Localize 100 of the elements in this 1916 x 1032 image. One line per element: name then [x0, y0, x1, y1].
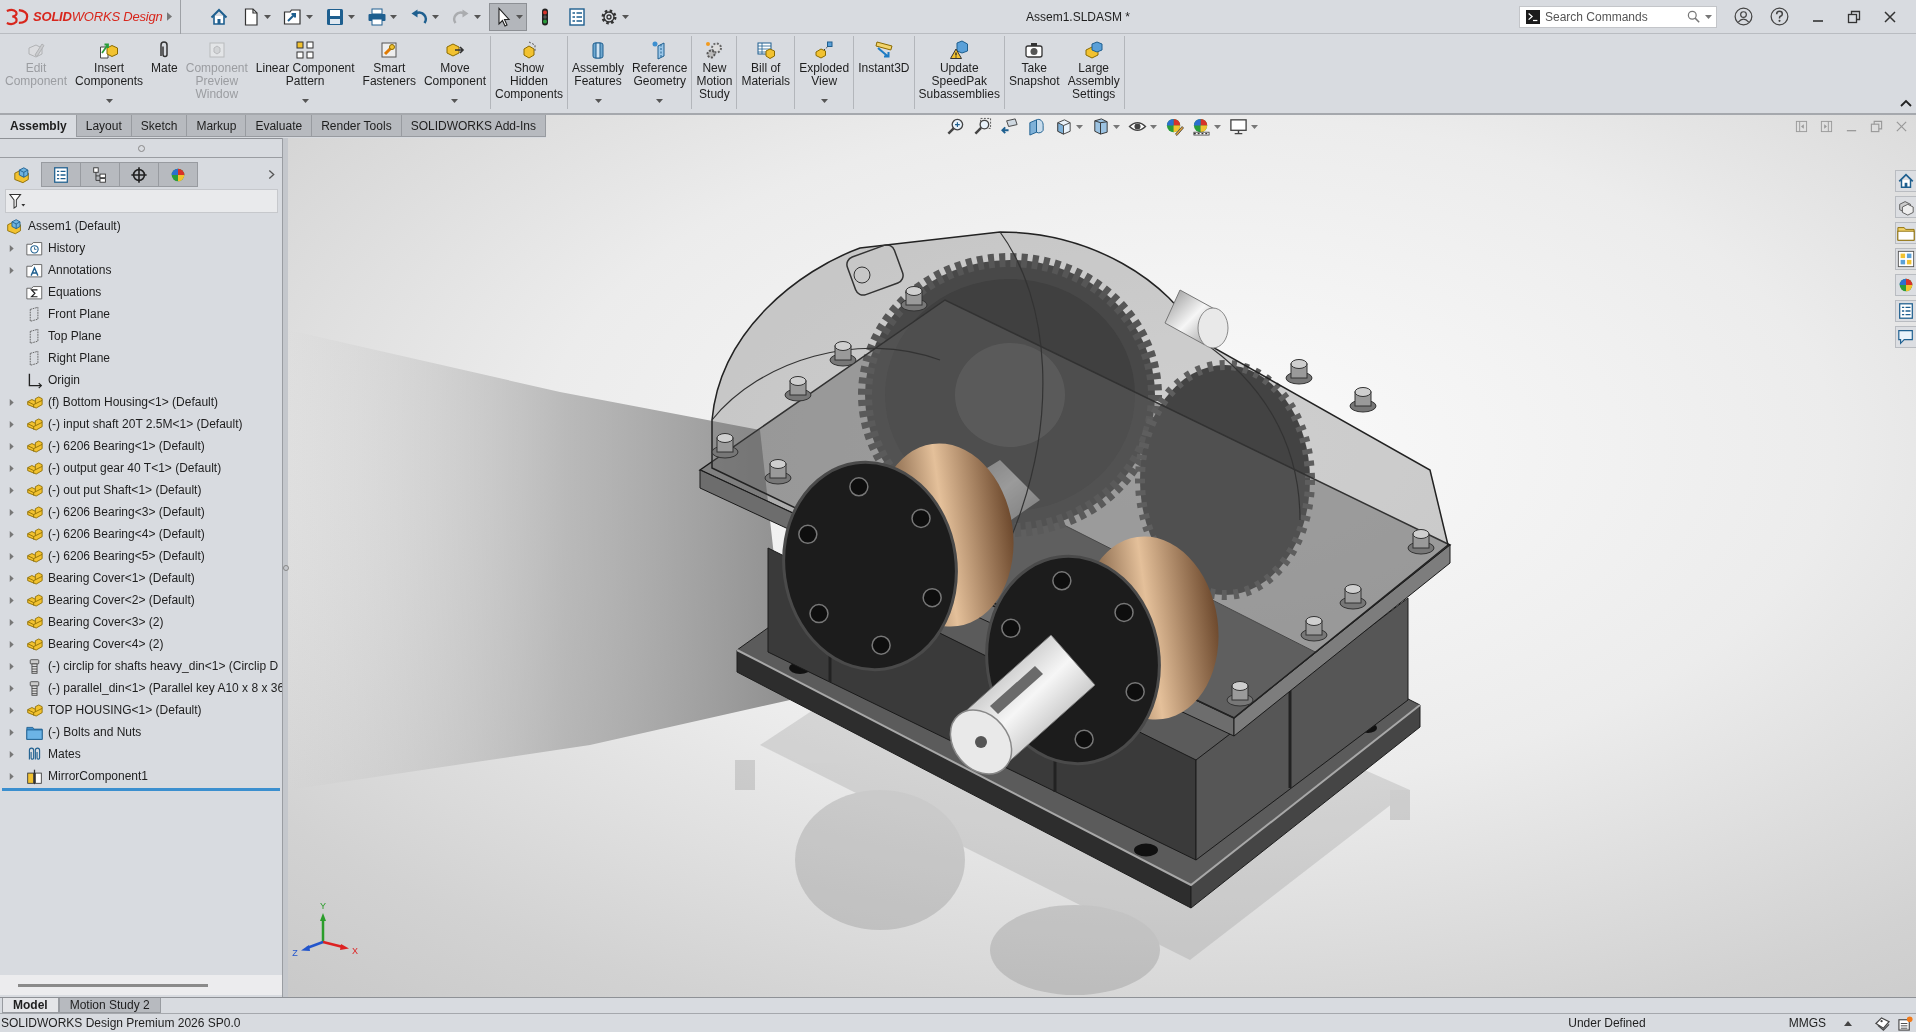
tile-right-icon[interactable]: [1820, 120, 1833, 133]
tree-item[interactable]: (-) 6206 Bearing<3> (Default): [47, 504, 206, 520]
command-button[interactable]: Assembly Features: [568, 36, 629, 109]
tree-item[interactable]: (-) 6206 Bearing<5> (Default): [47, 548, 206, 564]
expand-arrow-icon[interactable]: [8, 640, 15, 648]
tree-item[interactable]: Bearing Cover<3> (2): [47, 614, 165, 630]
home-icon[interactable]: [1894, 170, 1916, 192]
expand-arrow-icon[interactable]: [8, 574, 15, 582]
command-tab[interactable]: Render Tools: [311, 115, 402, 137]
command-button[interactable]: Show Hidden Components: [490, 36, 567, 109]
tree-item[interactable]: (-) 6206 Bearing<4> (Default): [47, 526, 206, 542]
bottom-tab[interactable]: Motion Study 2: [58, 998, 161, 1013]
expand-arrow-icon[interactable]: [8, 442, 15, 450]
tree-item[interactable]: Origin: [47, 372, 81, 388]
tree-item[interactable]: TOP HOUSING<1> (Default): [47, 702, 203, 718]
expand-arrow-icon[interactable]: [8, 662, 15, 670]
caret-icon[interactable]: [1705, 14, 1712, 19]
tree-item[interactable]: History: [47, 240, 87, 256]
panel-tab[interactable]: [41, 162, 81, 187]
tile-left-icon[interactable]: [1795, 120, 1808, 133]
help-icon[interactable]: [1770, 7, 1789, 26]
framed-parts-icon[interactable]: [1894, 248, 1916, 270]
restore-icon[interactable]: [1847, 9, 1861, 24]
tree-item[interactable]: Bearing Cover<4> (2): [47, 636, 165, 652]
chevron-up-icon[interactable]: [1900, 99, 1912, 107]
command-button[interactable]: Bill of Materials: [737, 36, 795, 109]
folder-icon[interactable]: [1894, 222, 1916, 244]
command-button[interactable]: Large Assembly Settings: [1063, 36, 1124, 109]
tree-item[interactable]: (-) Bolts and Nuts: [47, 724, 143, 740]
search-icon[interactable]: [1687, 10, 1700, 23]
tree-item[interactable]: Bearing Cover<1> (Default): [47, 570, 196, 586]
command-button[interactable]: Insert Components: [71, 36, 148, 109]
caret-up-icon[interactable]: [1844, 1020, 1852, 1026]
expand-arrow-icon[interactable]: [8, 530, 15, 538]
gearbox-model-drawing[interactable]: [698, 231, 1452, 909]
expand-arrow-icon[interactable]: [8, 486, 15, 494]
expand-arrow-icon[interactable]: [8, 508, 15, 516]
user-icon[interactable]: [1734, 7, 1753, 26]
command-button[interactable]: Exploded View: [795, 36, 854, 109]
tree-item[interactable]: Bearing Cover<2> (Default): [47, 592, 196, 608]
tree-item[interactable]: (-) output gear 40 T<1> (Default): [47, 460, 223, 476]
expand-arrow-icon[interactable]: [8, 772, 15, 780]
expand-arrow-icon[interactable]: [8, 728, 15, 736]
panel-tab[interactable]: [80, 162, 120, 187]
tree-item[interactable]: Equations: [47, 284, 103, 300]
list-icon[interactable]: [1894, 300, 1916, 322]
tree-item[interactable]: Top Plane: [47, 328, 103, 344]
filter-field[interactable]: [5, 189, 278, 213]
expand-arrow-icon[interactable]: [8, 266, 15, 274]
command-button[interactable]: Smart Fasteners: [358, 36, 420, 109]
tree-item[interactable]: (-) input shaft 20T 2.5M<1> (Default): [47, 416, 244, 432]
expand-arrow-icon[interactable]: [8, 596, 15, 604]
expand-arrow-icon[interactable]: [8, 706, 15, 714]
command-tab[interactable]: Evaluate: [245, 115, 313, 137]
close-icon[interactable]: [1883, 9, 1897, 24]
speech-bubble-icon[interactable]: [1894, 326, 1916, 348]
command-button[interactable]: Mate: [147, 36, 182, 109]
crosshair-icon: [130, 165, 148, 184]
panel-tab[interactable]: [119, 162, 159, 187]
tree-item[interactable]: (f) Bottom Housing<1> (Default): [47, 394, 220, 410]
command-button[interactable]: New Motion Study: [692, 36, 737, 109]
command-button[interactable]: Linear Component Pattern: [251, 36, 359, 109]
tree-item[interactable]: MirrorComponent1: [47, 768, 150, 784]
command-tab[interactable]: Markup: [186, 115, 247, 137]
expand-arrow-icon[interactable]: [8, 420, 15, 428]
scrollbar-thumb[interactable]: [18, 983, 208, 987]
toolbar-button[interactable]: [489, 2, 527, 31]
expand-arrow-icon[interactable]: [8, 398, 15, 406]
flyout-triangle-icon[interactable]: [167, 12, 172, 21]
printer-icon: [367, 6, 387, 27]
command-button[interactable]: Reference Geometry: [628, 36, 692, 109]
tree-item[interactable]: Assem1 (Default): [27, 218, 122, 234]
tree-item[interactable]: (-) out put Shaft<1> (Default): [47, 482, 203, 498]
parts-stack-icon[interactable]: [1894, 196, 1916, 218]
command-button[interactable]: Take Snapshot: [1004, 36, 1064, 109]
expand-arrow-icon[interactable]: [8, 464, 15, 472]
command-tab[interactable]: Sketch: [130, 115, 188, 137]
command-button[interactable]: Move Component: [419, 36, 490, 109]
command-button[interactable]: Instant3D: [854, 36, 914, 109]
expand-arrow-icon[interactable]: [8, 552, 15, 560]
search-box[interactable]: Search Commands: [1519, 5, 1717, 28]
expand-arrow-icon[interactable]: [8, 750, 15, 758]
tree-item[interactable]: Right Plane: [47, 350, 112, 366]
tree-item[interactable]: Mates: [47, 746, 82, 762]
unit-system-text[interactable]: MMGS: [1788, 1016, 1826, 1030]
bottom-tab[interactable]: Model: [2, 998, 59, 1013]
chevron-right-icon[interactable]: [268, 169, 275, 180]
tag-icon[interactable]: [1874, 1015, 1891, 1031]
tree-item[interactable]: Annotations: [47, 262, 113, 278]
expand-arrow-icon[interactable]: [8, 244, 15, 252]
expand-arrow-icon[interactable]: [8, 684, 15, 692]
tree-item[interactable]: (-) circlip for shafts heavy_din<1> (Circlip D: [47, 658, 280, 674]
notes-badge-icon[interactable]: [1897, 1015, 1914, 1031]
command-tab[interactable]: Layout: [75, 115, 132, 137]
search-field[interactable]: Search Commands: [1545, 8, 1682, 25]
command-tab[interactable]: SOLIDWORKS Add-Ins: [400, 115, 546, 137]
command-button[interactable]: Update SpeedPak Subassemblies: [914, 36, 1004, 109]
tree-item[interactable]: Front Plane: [47, 306, 112, 322]
expand-arrow-icon[interactable]: [8, 618, 15, 626]
tree-item[interactable]: (-) 6206 Bearing<1> (Default): [47, 438, 206, 454]
